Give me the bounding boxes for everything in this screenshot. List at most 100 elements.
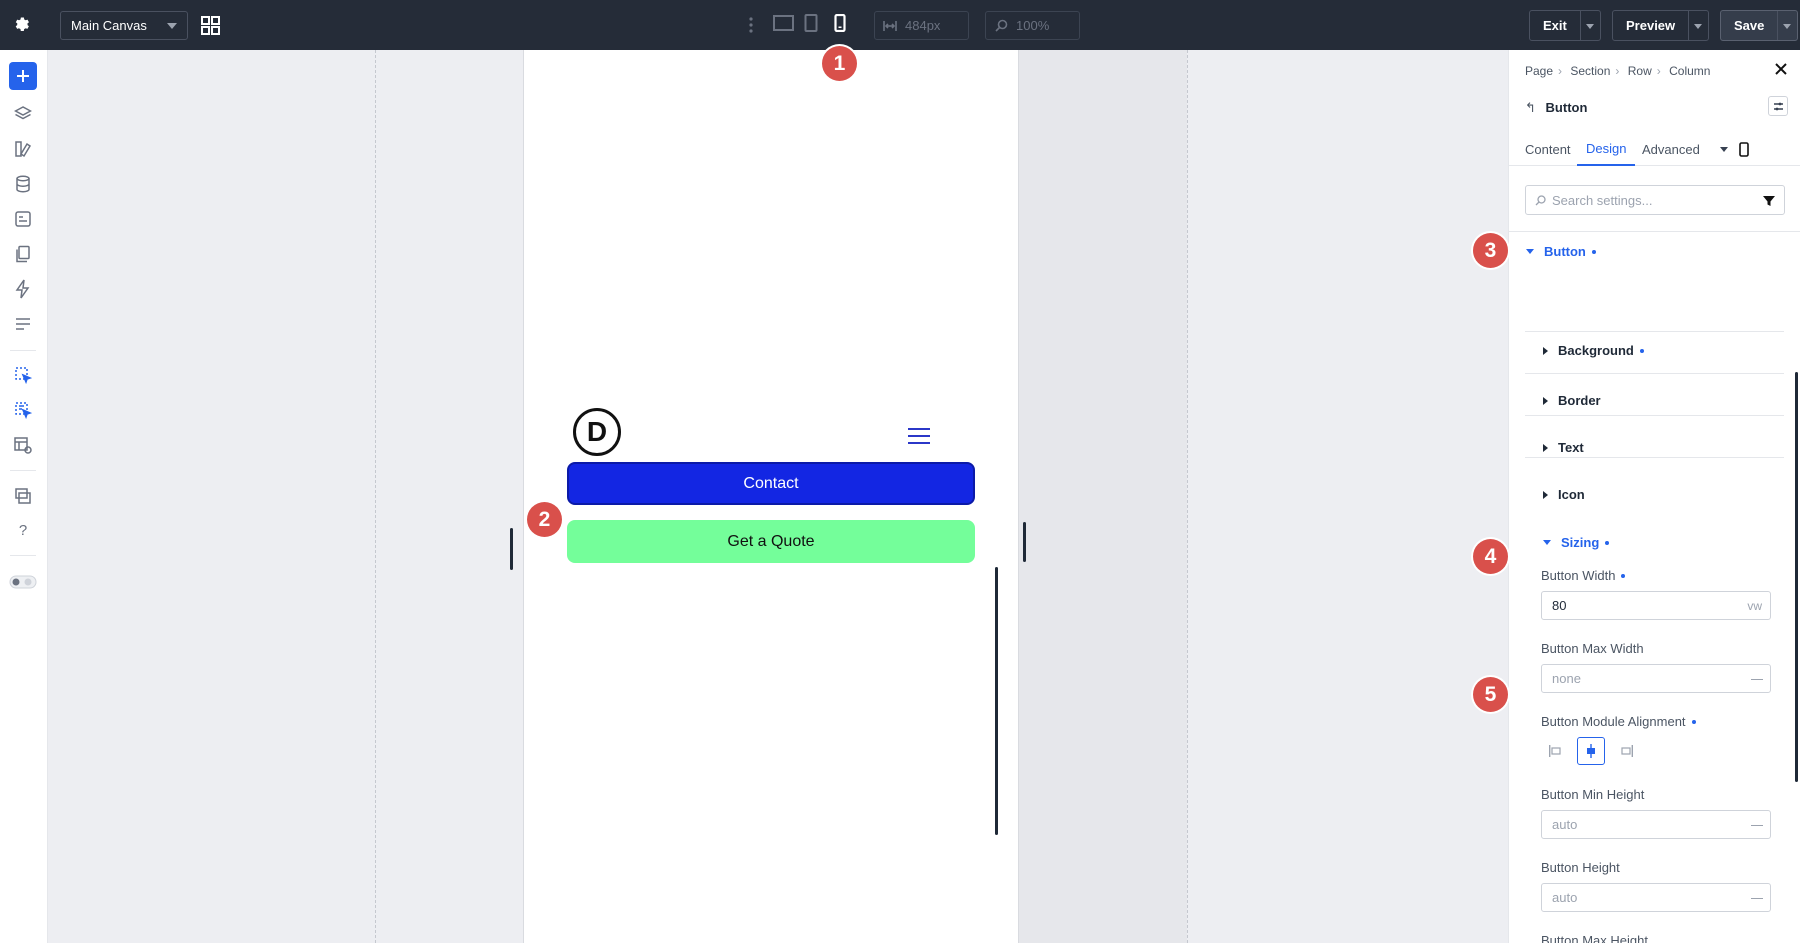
unit-dash-icon bbox=[1751, 679, 1763, 680]
button-width-unit[interactable]: vw bbox=[1747, 599, 1762, 613]
callout-badge-5: 5 bbox=[1473, 677, 1508, 712]
get-a-quote-button[interactable]: Get a Quote bbox=[567, 520, 975, 563]
group-border[interactable]: Border bbox=[1543, 393, 1601, 408]
button-height-input[interactable]: auto bbox=[1541, 883, 1771, 912]
canvas-preview-icon[interactable] bbox=[11, 433, 35, 457]
button-min-height-label: Button Min Height bbox=[1541, 787, 1645, 802]
button-height-placeholder: auto bbox=[1552, 890, 1578, 905]
close-icon[interactable] bbox=[1774, 62, 1788, 81]
tab-content[interactable]: Content bbox=[1525, 132, 1571, 166]
exit-dropdown-icon[interactable] bbox=[1579, 11, 1600, 40]
group-divider bbox=[1525, 331, 1784, 332]
callout-badge-4: 4 bbox=[1473, 539, 1508, 574]
canvas-shade bbox=[1019, 50, 1187, 943]
modified-dot bbox=[1605, 540, 1610, 545]
caret-right-icon bbox=[1543, 396, 1548, 405]
breadcrumb-column[interactable]: Column bbox=[1669, 64, 1710, 78]
site-logo[interactable]: D bbox=[573, 408, 621, 456]
contact-button[interactable]: Contact bbox=[567, 462, 975, 505]
canvas-select[interactable]: Main Canvas bbox=[60, 11, 188, 40]
caret-right-icon bbox=[1543, 346, 1548, 355]
hamburger-menu-icon[interactable] bbox=[908, 428, 930, 449]
button-alignment-group bbox=[1541, 737, 1641, 765]
button-width-input[interactable]: 80 vw bbox=[1541, 591, 1771, 620]
resize-handle-right[interactable] bbox=[1023, 522, 1026, 562]
builder-canvas[interactable]: D Contact Get a Quote bbox=[48, 50, 1508, 943]
group-background[interactable]: Background bbox=[1543, 343, 1644, 358]
phone-preview-frame[interactable]: D Contact Get a Quote bbox=[523, 50, 1019, 943]
group-button-label: Button bbox=[1544, 244, 1586, 259]
chevron-down-icon bbox=[167, 23, 177, 29]
filter-icon[interactable] bbox=[1763, 195, 1775, 207]
more-vertical-icon[interactable] bbox=[748, 16, 754, 39]
toggle-icon[interactable] bbox=[8, 570, 38, 594]
width-field[interactable]: 484px bbox=[874, 11, 969, 40]
button-width-value: 80 bbox=[1552, 598, 1567, 613]
preview-label: Preview bbox=[1626, 18, 1676, 33]
resize-handle-left[interactable] bbox=[510, 528, 513, 570]
search-icon bbox=[1535, 195, 1546, 206]
preset-icon[interactable] bbox=[1768, 96, 1788, 116]
select-tool-icon[interactable] bbox=[11, 363, 35, 387]
align-center-icon[interactable] bbox=[1577, 737, 1605, 765]
group-text-label: Text bbox=[1558, 440, 1584, 455]
save-button[interactable]: Save bbox=[1720, 10, 1799, 41]
group-divider bbox=[1525, 415, 1784, 416]
pages-icon[interactable] bbox=[11, 242, 35, 266]
zoom-field[interactable]: 100% bbox=[985, 11, 1080, 40]
save-dropdown-icon[interactable] bbox=[1777, 11, 1797, 40]
tab-more-chevron-icon[interactable] bbox=[1720, 132, 1728, 166]
breadcrumb: Page › Section › Row › Column bbox=[1525, 64, 1711, 78]
global-icon[interactable] bbox=[11, 207, 35, 231]
add-icon[interactable] bbox=[9, 62, 37, 90]
gear-icon[interactable] bbox=[8, 11, 36, 39]
settings-panel: Page › Section › Row › Column ↰ Button Cont… bbox=[1508, 50, 1800, 943]
layers-icon[interactable] bbox=[11, 102, 35, 126]
group-sizing[interactable]: Sizing bbox=[1543, 535, 1610, 550]
align-right-icon[interactable] bbox=[1613, 737, 1641, 765]
desktop-icon[interactable] bbox=[773, 14, 794, 37]
group-icon[interactable]: Icon bbox=[1543, 487, 1585, 502]
breadcrumb-page[interactable]: Page bbox=[1525, 64, 1553, 78]
group-button[interactable]: Button bbox=[1526, 244, 1596, 259]
button-max-width-input[interactable]: none bbox=[1541, 664, 1771, 693]
multi-select-icon[interactable] bbox=[11, 398, 35, 422]
phone-icon[interactable] bbox=[834, 13, 846, 37]
theme-builder-icon[interactable] bbox=[11, 137, 35, 161]
group-divider bbox=[1525, 373, 1784, 374]
align-left-icon[interactable] bbox=[1541, 737, 1569, 765]
caret-down-icon bbox=[1526, 249, 1534, 254]
settings-search[interactable]: Search settings... bbox=[1525, 185, 1785, 215]
panel-divider bbox=[1509, 231, 1800, 232]
button-min-height-input[interactable]: auto bbox=[1541, 810, 1771, 839]
windows-icon[interactable] bbox=[11, 484, 35, 508]
panel-tabs: Content Design Advanced bbox=[1509, 132, 1800, 166]
exit-button[interactable]: Exit bbox=[1529, 10, 1601, 41]
grid-layout-icon[interactable] bbox=[200, 15, 221, 41]
preview-dropdown-icon[interactable] bbox=[1688, 11, 1708, 40]
phone-icon[interactable] bbox=[1739, 132, 1749, 166]
caret-right-icon bbox=[1543, 443, 1548, 452]
preview-button[interactable]: Preview bbox=[1612, 10, 1710, 41]
callout-badge-3: 3 bbox=[1473, 233, 1508, 268]
help-icon[interactable]: ? bbox=[11, 518, 35, 542]
tab-advanced[interactable]: Advanced bbox=[1642, 132, 1700, 166]
modified-dot bbox=[1691, 719, 1696, 724]
canvas-guide bbox=[1187, 50, 1188, 943]
canvas-guide bbox=[375, 50, 376, 943]
panel-scrollbar[interactable] bbox=[1795, 372, 1798, 782]
modified-dot bbox=[1621, 573, 1626, 578]
tab-design[interactable]: Design bbox=[1577, 132, 1636, 166]
group-text[interactable]: Text bbox=[1543, 440, 1584, 455]
callout-badge-2: 2 bbox=[527, 502, 562, 537]
tablet-icon[interactable] bbox=[804, 14, 818, 37]
caret-right-icon bbox=[1543, 490, 1548, 499]
lightning-icon[interactable] bbox=[11, 277, 35, 301]
button-alignment-label-text: Button Module Alignment bbox=[1541, 714, 1686, 729]
breadcrumb-section[interactable]: Section bbox=[1570, 64, 1610, 78]
database-icon[interactable] bbox=[11, 172, 35, 196]
settings-icon[interactable] bbox=[11, 312, 35, 336]
canvas-scrollbar[interactable] bbox=[995, 567, 998, 835]
breadcrumb-row[interactable]: Row bbox=[1628, 64, 1652, 78]
undo-icon[interactable]: ↰ bbox=[1525, 100, 1536, 115]
